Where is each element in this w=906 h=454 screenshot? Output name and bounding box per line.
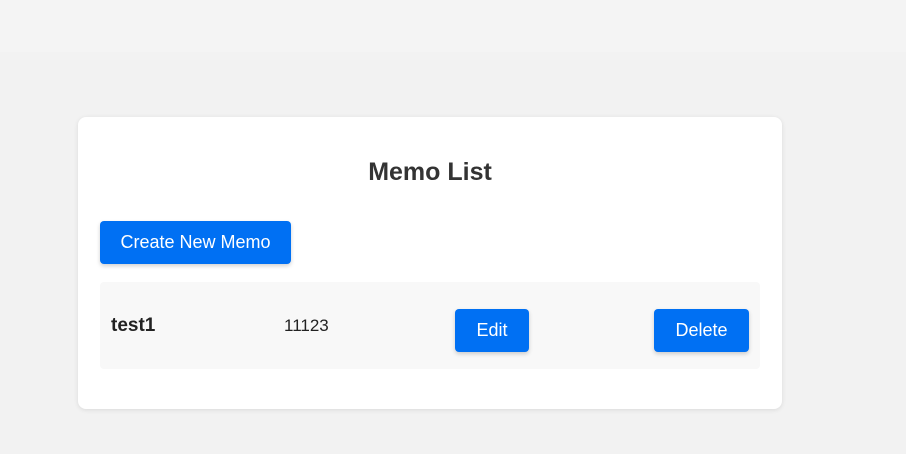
memo-title: test1 bbox=[111, 315, 156, 336]
page-title: Memo List bbox=[368, 158, 492, 186]
delete-memo-button[interactable]: Delete bbox=[654, 309, 749, 352]
top-band bbox=[0, 0, 906, 52]
create-new-memo-button[interactable]: Create New Memo bbox=[100, 221, 291, 264]
memo-content: 11123 bbox=[284, 316, 329, 335]
memo-list-card: Memo List Create New Memo test1 11123 Ed… bbox=[78, 117, 782, 409]
memo-list-item: test1 11123 Edit Delete bbox=[100, 282, 760, 369]
edit-memo-button[interactable]: Edit bbox=[455, 309, 529, 352]
